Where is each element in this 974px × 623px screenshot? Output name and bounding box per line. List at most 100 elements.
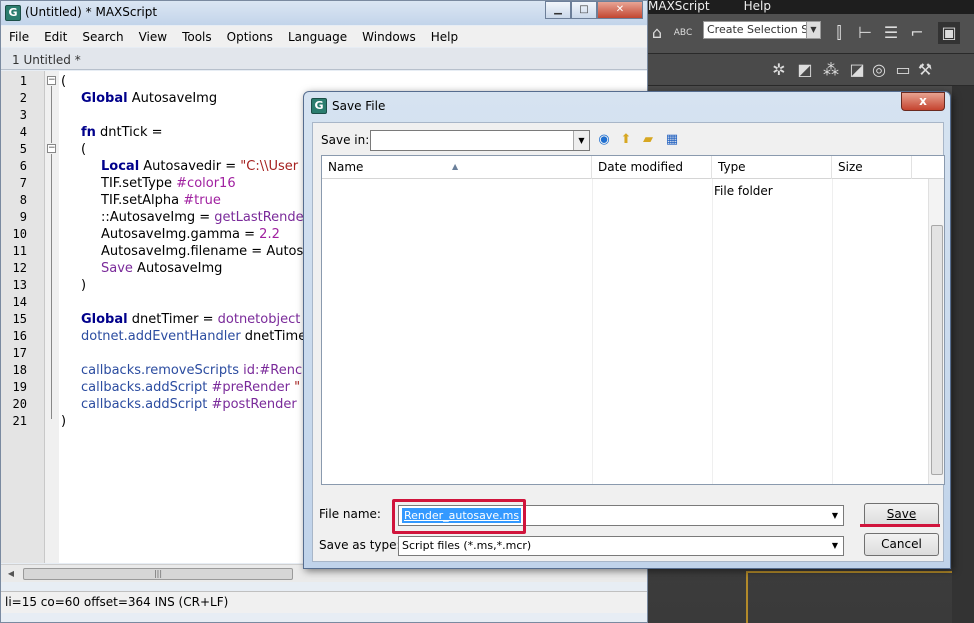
column-divider bbox=[592, 179, 593, 484]
line-number-gutter: 1 2 3 4 5 6 7 8 9 10 11 12 13 14 15 16 1… bbox=[1, 71, 45, 563]
view-menu-icon[interactable]: ▦ bbox=[663, 131, 681, 149]
fold-minus-icon[interactable]: − bbox=[47, 76, 56, 85]
save-file-dialog: G Save File x Save in: ▼ ◉ ⬆ ▰ ▦ Name ▲ … bbox=[303, 91, 951, 569]
align-icon[interactable]: ⊢ bbox=[854, 22, 876, 44]
editor-titlebar[interactable]: G (Untitled) * MAXScript ▁ □ ✕ bbox=[1, 1, 647, 25]
vertical-scroll-thumb[interactable] bbox=[931, 225, 943, 475]
save-button[interactable]: Save bbox=[864, 503, 939, 526]
monitor-icon[interactable]: ▭ bbox=[892, 59, 914, 81]
mirror-icon[interactable]: ⫿ bbox=[828, 22, 850, 44]
back-icon[interactable]: ◉ bbox=[595, 131, 613, 149]
code-token: dotnetobject bbox=[217, 312, 301, 327]
gear-icon[interactable]: ✲ bbox=[768, 59, 790, 81]
code-token: TIF.setType bbox=[101, 176, 177, 191]
code-token: AutosaveImg.gamma = bbox=[101, 227, 260, 242]
menu-windows[interactable]: Windows bbox=[354, 30, 423, 44]
code-token: AutosaveImg bbox=[132, 261, 223, 276]
chevron-down-icon[interactable]: ▼ bbox=[827, 506, 843, 525]
code-token: Local bbox=[101, 159, 140, 174]
code-token: ( bbox=[61, 74, 67, 89]
code-token: callbacks.addScript bbox=[81, 380, 208, 395]
motion-icon[interactable]: ◩ bbox=[794, 59, 816, 81]
code-token: ) bbox=[61, 414, 67, 429]
hierarchy-icon[interactable]: ⁂ bbox=[820, 59, 842, 81]
sort-ascending-icon: ▲ bbox=[452, 162, 459, 171]
horizontal-scroll-thumb[interactable]: ||| bbox=[23, 568, 293, 580]
file-list[interactable]: Name ▲ Date modified Type Size File fold… bbox=[321, 155, 945, 485]
maxscript-logo-icon: G bbox=[5, 5, 21, 21]
render-setup-icon[interactable]: ▣ bbox=[938, 22, 960, 44]
menu-options[interactable]: Options bbox=[219, 30, 280, 44]
file-list-header: Name ▲ Date modified Type Size bbox=[322, 156, 944, 179]
status-bar: li=15 co=60 offset=364 INS (CR+LF) bbox=[1, 591, 647, 613]
selection-set-dropdown[interactable]: Create Selection Se ▼ bbox=[703, 21, 821, 39]
list-item[interactable]: File folder bbox=[714, 184, 773, 198]
menu-view[interactable]: View bbox=[131, 30, 174, 44]
column-divider bbox=[832, 179, 833, 484]
hammer-icon[interactable]: ⚒ bbox=[914, 59, 936, 81]
menu-tools[interactable]: Tools bbox=[174, 30, 219, 44]
up-folder-icon[interactable]: ⬆ bbox=[617, 131, 635, 149]
line-number: 3 bbox=[19, 108, 27, 122]
column-header-date-modified[interactable]: Date modified bbox=[592, 156, 712, 179]
minimize-button[interactable]: ▁ bbox=[545, 1, 571, 19]
selection-set-value: Create Selection Se bbox=[707, 23, 815, 36]
close-button[interactable]: ✕ bbox=[597, 1, 643, 19]
column-header-type[interactable]: Type bbox=[712, 156, 832, 179]
column-header-size[interactable]: Size bbox=[832, 156, 912, 179]
text-tool-icon[interactable]: ABC bbox=[672, 22, 694, 44]
line-number: 17 bbox=[12, 346, 27, 360]
code-token: id:#Renc bbox=[238, 363, 303, 378]
tab-untitled[interactable]: 1 Untitled * bbox=[7, 50, 86, 70]
code-token: getLastRende bbox=[214, 210, 304, 225]
display-icon[interactable]: ◎ bbox=[868, 59, 890, 81]
column-header-name[interactable]: Name ▲ bbox=[322, 156, 592, 179]
menu-edit[interactable]: Edit bbox=[36, 30, 74, 44]
curve-editor-icon[interactable]: ⌐ bbox=[906, 22, 928, 44]
line-number: 10 bbox=[12, 227, 27, 241]
code-token: Autosavedir = bbox=[139, 159, 241, 174]
line-number: 12 bbox=[12, 261, 27, 275]
code-line-9: ::AutosaveImg = getLastRende bbox=[101, 210, 304, 225]
vertical-scrollbar[interactable] bbox=[928, 179, 944, 484]
code-token: dnetTime bbox=[240, 329, 307, 344]
fold-line bbox=[51, 86, 52, 143]
menu-search[interactable]: Search bbox=[74, 30, 130, 44]
dialog-close-button[interactable]: x bbox=[901, 92, 945, 111]
line-number: 20 bbox=[12, 397, 27, 411]
max-menu-item-help[interactable]: Help bbox=[744, 0, 771, 14]
menu-help[interactable]: Help bbox=[423, 30, 465, 44]
snap-icon[interactable]: ⌂ bbox=[646, 22, 668, 44]
menu-language[interactable]: Language bbox=[280, 30, 354, 44]
code-token: AutosaveImg bbox=[127, 91, 218, 106]
code-line-5: ( bbox=[81, 142, 86, 157]
code-line-20: callbacks.addScript #postRender bbox=[81, 397, 297, 412]
code-token: 2.2 bbox=[259, 227, 280, 242]
modify-icon[interactable]: ◪ bbox=[846, 59, 868, 81]
save-in-dropdown[interactable]: ▼ bbox=[370, 130, 590, 151]
column-divider bbox=[712, 179, 713, 484]
scroll-left-icon[interactable]: ◀ bbox=[4, 568, 18, 580]
fold-minus-icon[interactable]: − bbox=[47, 144, 56, 153]
line-number: 11 bbox=[12, 244, 27, 258]
code-line-18: callbacks.removeScripts id:#Renc bbox=[81, 363, 302, 378]
cancel-button[interactable]: Cancel bbox=[864, 533, 939, 556]
save-as-type-dropdown[interactable]: Script files (*.ms,*.mcr) ▼ bbox=[398, 536, 844, 556]
code-line-21: ) bbox=[61, 414, 66, 429]
code-token: AutosaveImg.filename = Autos bbox=[101, 244, 304, 259]
line-number: 15 bbox=[12, 312, 27, 326]
code-line-15: Global dnetTimer = dotnetobject bbox=[81, 312, 300, 327]
code-token: Global bbox=[81, 91, 128, 106]
layer-icon[interactable]: ☰ bbox=[880, 22, 902, 44]
column-header-label: Name bbox=[328, 160, 364, 174]
max-menu-item-maxscript[interactable]: MAXScript bbox=[648, 0, 710, 14]
new-folder-icon[interactable]: ▰ bbox=[639, 131, 657, 149]
line-number: 7 bbox=[19, 176, 27, 190]
line-number: 13 bbox=[12, 278, 27, 292]
line-number: 8 bbox=[19, 193, 27, 207]
maximize-button[interactable]: □ bbox=[571, 1, 597, 19]
menu-file[interactable]: File bbox=[1, 30, 36, 44]
line-number: 21 bbox=[12, 414, 27, 428]
code-token: "C:\\User bbox=[240, 159, 299, 174]
code-line-16: dotnet.addEventHandler dnetTime bbox=[81, 329, 306, 344]
